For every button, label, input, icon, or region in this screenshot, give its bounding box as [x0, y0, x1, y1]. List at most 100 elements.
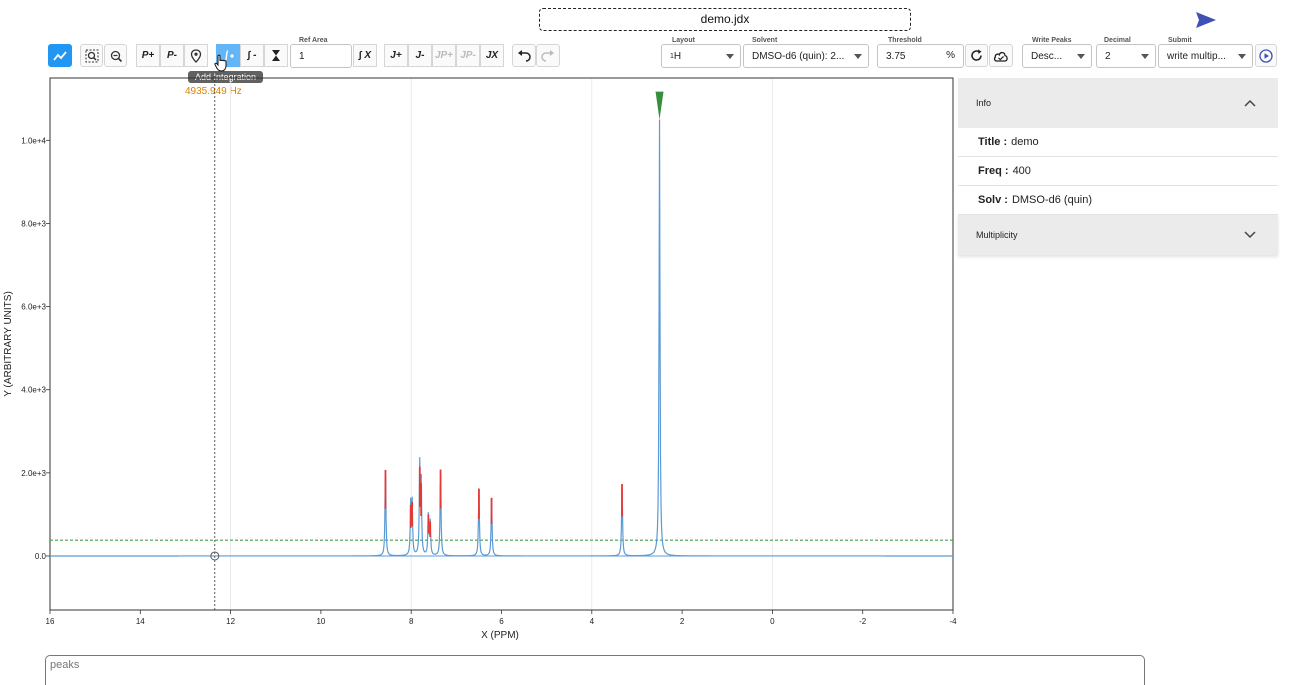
integration-split-button[interactable] [264, 44, 288, 67]
y-tick-label: 8.0e+3 [21, 219, 46, 228]
remove-peak-button[interactable]: P- [160, 44, 184, 67]
spectrum-chart[interactable]: 0.0 2.0e+3 4.0e+3 6.0e+3 8.0e+3 1.0e+4 16 14 12… [0, 76, 958, 646]
solvent-label: Solvent [750, 37, 780, 44]
zoom-reset-icon [110, 50, 122, 62]
chevron-down-icon [1238, 54, 1246, 59]
y-tick-label: 2.0e+3 [21, 469, 46, 478]
reference-peak-marker [655, 91, 664, 120]
y-tick-label: 6.0e+3 [21, 303, 46, 312]
clear-multiplet-button[interactable]: JX [480, 44, 504, 67]
peaks-textarea[interactable]: peaks [45, 655, 1145, 685]
submit-button[interactable] [1255, 44, 1277, 67]
info-row-value: demo [1011, 136, 1039, 148]
solvent-select[interactable]: DMSO-d6 (quin): 2... [743, 44, 869, 68]
hand-pointer-icon [214, 54, 227, 72]
x-tick-label: 10 [316, 617, 325, 626]
layout-select[interactable]: 1H [661, 44, 741, 68]
submit-value: write multip... [1167, 50, 1226, 62]
location-pin-icon [190, 48, 202, 63]
play-circle-icon [1259, 48, 1273, 63]
x-tick-label: -2 [859, 617, 867, 626]
remove-multiplet-button[interactable]: J- [408, 44, 432, 67]
y-axis: 0.0 2.0e+3 4.0e+3 6.0e+3 8.0e+3 1.0e+4 [21, 136, 50, 561]
file-title[interactable]: demo.jdx [539, 8, 911, 31]
set-reference-button[interactable] [184, 44, 208, 67]
threshold-label: Threshold [886, 37, 924, 44]
info-panel-title: Info [976, 98, 992, 108]
info-panel: Info Title : demo Freq :400 Solv : DMSO-d6… [958, 78, 1278, 255]
info-row-label: Title : [978, 136, 1008, 148]
decimal-value: 2 [1105, 50, 1111, 62]
add-peak-button[interactable]: P+ [136, 44, 160, 67]
x-tick-label: 16 [46, 617, 55, 626]
info-row-title: Title : demo [958, 128, 1278, 157]
chevron-down-icon [854, 54, 862, 59]
decimal-select[interactable]: 2 [1096, 44, 1156, 68]
submit-select[interactable]: write multip... [1158, 44, 1253, 68]
y-tick-label: 0.0 [35, 552, 47, 561]
info-row-freq: Freq :400 [958, 157, 1278, 186]
threshold-unit: % [946, 50, 955, 61]
x-axis: 16 14 12 10 8 6 4 2 0 -2 -4 [46, 610, 957, 626]
undo-button[interactable] [512, 44, 536, 67]
remove-multiplet-peak-button[interactable]: JP- [456, 44, 480, 67]
info-panel-header[interactable]: Info [958, 78, 1278, 128]
x-tick-label: 12 [226, 617, 235, 626]
threshold-input[interactable]: 3.75 % [877, 44, 964, 68]
hourglass-icon [272, 50, 280, 61]
refresh-icon [971, 49, 982, 61]
refresh-button[interactable] [965, 44, 988, 67]
x-tick-label: -4 [949, 617, 957, 626]
clear-integration-button[interactable]: ∫ X [353, 44, 377, 67]
add-multiplet-button[interactable]: J+ [384, 44, 408, 67]
add-multiplet-peak-button[interactable]: JP+ [432, 44, 456, 67]
info-row-label: Freq : [978, 165, 1009, 177]
x-tick-label: 4 [590, 617, 595, 626]
spectrum-view-button[interactable] [48, 44, 72, 67]
y-tick-label: 1.0e+4 [21, 136, 46, 145]
info-row-value: 400 [1012, 165, 1031, 177]
chevron-down-icon [1244, 231, 1256, 239]
remove-integration-button[interactable]: ∫ - [240, 44, 264, 67]
solvent-value: DMSO-d6 (quin): 2... [752, 50, 845, 62]
plot-frame [49, 77, 954, 611]
spectrum-line [50, 119, 953, 557]
zoom-in-icon [85, 49, 98, 62]
x-tick-label: 14 [136, 617, 145, 626]
layout-value: H [673, 50, 682, 62]
redo-button[interactable] [536, 44, 560, 67]
chevron-down-icon [1077, 54, 1085, 59]
write-peaks-value: Desc... [1031, 50, 1063, 62]
ref-area-input[interactable]: 1 [290, 44, 352, 68]
y-tick-label: 4.0e+3 [21, 386, 46, 395]
cloud-button[interactable] [989, 44, 1013, 67]
chevron-down-icon [1141, 54, 1149, 59]
send-icon[interactable] [1195, 10, 1217, 30]
x-tick-label: 6 [499, 617, 504, 626]
write-peaks-label: Write Peaks [1030, 37, 1074, 44]
redo-icon [541, 49, 554, 62]
zoom-reset-button[interactable] [104, 44, 127, 67]
threshold-value: 3.75 [886, 50, 906, 62]
x-tick-label: 0 [770, 617, 775, 626]
line-chart-icon [53, 50, 67, 61]
cloud-check-icon [993, 51, 1008, 62]
info-row-value: DMSO-d6 (quin) [1011, 194, 1093, 206]
x-tick-label: 8 [409, 617, 414, 626]
zoom-in-button[interactable] [80, 44, 103, 67]
ref-area-value: 1 [299, 50, 305, 62]
decimal-label: Decimal [1102, 37, 1133, 44]
x-tick-label: 2 [680, 617, 685, 626]
chevron-up-icon [1244, 99, 1256, 107]
undo-icon [518, 49, 531, 62]
chart-grid [50, 78, 953, 610]
multiplicity-title: Multiplicity [976, 230, 1018, 240]
y-axis-title: Y (ARBITRARY UNITS) [3, 291, 14, 397]
submit-label: Submit [1166, 37, 1194, 44]
chevron-down-icon [726, 54, 734, 59]
info-row-solvent: Solv : DMSO-d6 (quin) [958, 186, 1278, 215]
x-axis-title: X (PPM) [481, 630, 519, 641]
write-peaks-select[interactable]: Desc... [1022, 44, 1092, 68]
multiplicity-panel-header[interactable]: Multiplicity [958, 215, 1278, 255]
layout-label: Layout [670, 37, 697, 44]
